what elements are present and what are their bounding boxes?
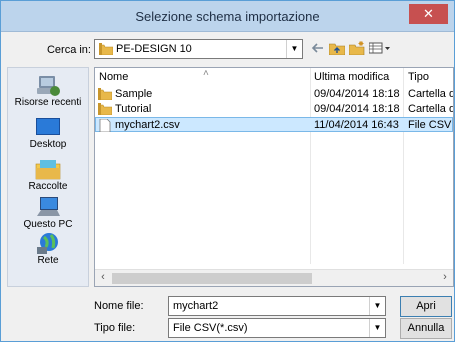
file-icon xyxy=(99,118,111,135)
place-label: Raccolte xyxy=(28,181,68,192)
file-type: File CSV xyxy=(408,119,452,131)
file-date: 09/04/2014 18:18 xyxy=(314,88,400,100)
scroll-right-icon[interactable]: › xyxy=(437,271,453,283)
folder-icon xyxy=(97,103,113,118)
this-pc-icon xyxy=(35,196,61,218)
chevron-down-icon[interactable]: ▼ xyxy=(286,40,302,58)
title-bar[interactable]: Selezione schema importazione ✕ xyxy=(1,1,454,32)
file-type: Cartella di xyxy=(408,103,454,115)
look-in-value: PE-DESIGN 10 xyxy=(116,43,192,55)
place-this-pc[interactable]: Questo PC xyxy=(8,196,88,230)
file-date: 11/04/2014 16:43 xyxy=(314,119,399,131)
filetype-select[interactable]: File CSV(*.csv) ▼ xyxy=(168,318,386,338)
look-in-label: Cerca in: xyxy=(46,44,91,56)
list-item-file-selected[interactable]: mychart2.csv 11/04/2014 16:43 File CSV xyxy=(95,117,453,135)
up-folder-icon[interactable] xyxy=(328,41,346,57)
place-desktop[interactable]: Desktop xyxy=(8,116,88,150)
back-icon[interactable] xyxy=(311,41,325,57)
place-label: Questo PC xyxy=(23,219,73,230)
filetype-label: Tipo file: xyxy=(94,322,136,334)
look-in-dropdown[interactable]: PE-DESIGN 10 ▼ xyxy=(94,39,303,59)
place-network[interactable]: Rete xyxy=(8,232,88,266)
cancel-button[interactable]: Annulla xyxy=(400,318,452,339)
file-name: mychart2.csv xyxy=(115,119,180,131)
recent-places-icon xyxy=(35,74,61,96)
close-button[interactable]: ✕ xyxy=(409,4,448,24)
place-libraries[interactable]: Raccolte xyxy=(8,158,88,192)
file-list[interactable]: Nome ˄ Ultima modifica Tipo Sample 09/04… xyxy=(94,67,454,287)
horizontal-scrollbar[interactable]: ‹ › xyxy=(95,269,453,286)
place-label: Risorse recenti xyxy=(14,97,82,108)
chevron-down-icon[interactable]: ▼ xyxy=(369,297,385,315)
place-label: Rete xyxy=(37,255,59,266)
file-name: Tutorial xyxy=(115,103,152,115)
column-header-name[interactable]: Nome xyxy=(99,68,128,87)
scroll-left-icon[interactable]: ‹ xyxy=(95,271,111,283)
file-type: Cartella di xyxy=(408,88,454,100)
place-recent[interactable]: Risorse recenti xyxy=(8,74,88,108)
file-name: Sample xyxy=(115,88,153,100)
place-label: Desktop xyxy=(29,139,67,150)
view-menu-icon[interactable] xyxy=(368,41,391,57)
column-header-type[interactable]: Tipo xyxy=(408,68,429,87)
network-icon xyxy=(35,232,61,254)
list-item-folder[interactable]: Sample 09/04/2014 18:18 Cartella di xyxy=(95,87,453,102)
list-item-folder[interactable]: Tutorial 09/04/2014 18:18 Cartella di xyxy=(95,102,453,117)
new-folder-icon[interactable] xyxy=(348,41,365,57)
desktop-icon xyxy=(35,116,61,138)
dialog-title: Selezione schema importazione xyxy=(135,9,320,24)
file-dialog: Selezione schema importazione ✕ Cerca in… xyxy=(0,0,455,342)
open-button[interactable]: Apri xyxy=(400,296,452,317)
file-date: 09/04/2014 18:18 xyxy=(314,103,400,115)
filename-value: mychart2 xyxy=(173,300,219,312)
folder-icon xyxy=(98,43,114,58)
chevron-down-icon[interactable]: ▼ xyxy=(369,319,385,337)
column-header-date[interactable]: Ultima modifica xyxy=(314,68,389,87)
libraries-icon xyxy=(35,158,61,180)
sort-indicator-icon: ˄ xyxy=(203,68,209,79)
filename-label: Nome file: xyxy=(94,300,144,312)
filename-combo[interactable]: mychart2 ▼ xyxy=(168,296,386,316)
scrollbar-thumb[interactable] xyxy=(112,273,312,284)
filetype-value: File CSV(*.csv) xyxy=(173,322,248,334)
folder-icon xyxy=(97,88,113,103)
places-bar: Risorse recenti Desktop Raccolte Questo … xyxy=(7,67,89,287)
